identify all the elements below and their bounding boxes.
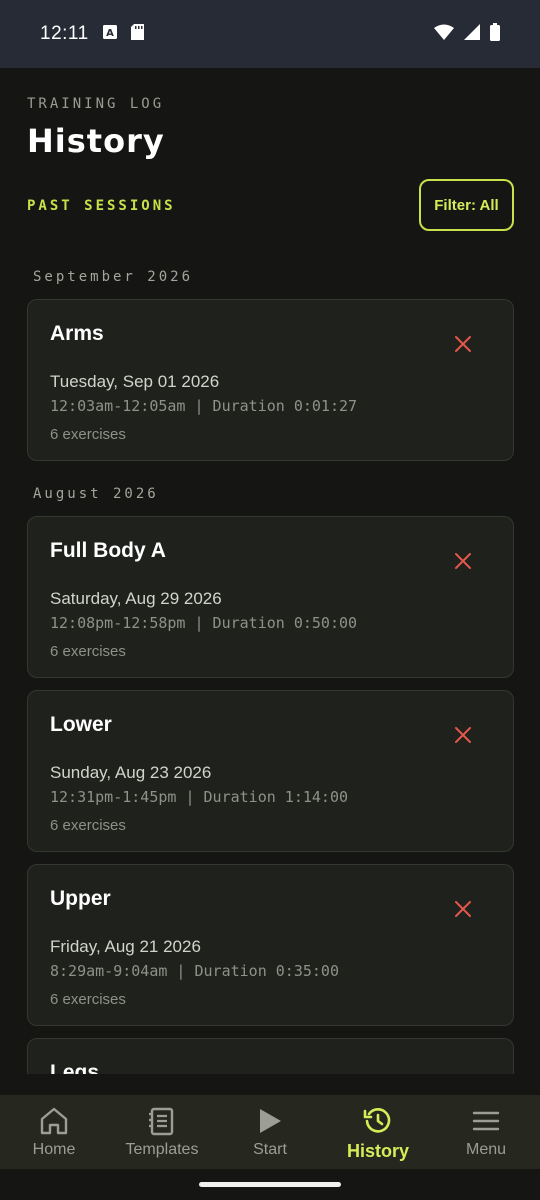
battery-icon [490, 22, 500, 46]
session-times: 12:03am-12:05am | Duration 0:01:27 [50, 397, 358, 415]
history-icon [363, 1108, 391, 1133]
svg-text:A: A [106, 28, 114, 39]
nav-label: Templates [125, 1141, 199, 1158]
nav-label: Start [253, 1141, 287, 1158]
session-card[interactable]: Legs [27, 1038, 514, 1074]
session-times: 12:08pm-12:58pm | Duration 0:50:00 [50, 614, 358, 632]
session-card[interactable]: Arms Tuesday, Sep 01 2026 12:03am-12:05a… [27, 299, 514, 461]
play-icon [260, 1109, 281, 1133]
session-date: Sunday, Aug 23 2026 [50, 763, 212, 782]
signal-icon [464, 23, 480, 45]
session-exercise-count: 6 exercises [50, 643, 126, 660]
session-date: Saturday, Aug 29 2026 [50, 589, 222, 608]
session-card[interactable]: Full Body A Saturday, Aug 29 2026 12:08p… [27, 516, 514, 678]
keyboard-notification-icon: A [102, 24, 117, 44]
section-label: PAST SESSIONS [27, 198, 176, 214]
session-exercise-count: 6 exercises [50, 991, 126, 1008]
nav-start[interactable]: Start [216, 1095, 324, 1169]
delete-session-button[interactable] [451, 549, 475, 573]
session-times: 12:31pm-1:45pm | Duration 1:14:00 [50, 788, 349, 806]
nav-label: Menu [465, 1141, 507, 1158]
delete-session-button[interactable] [451, 332, 475, 356]
nav-home[interactable]: Home [0, 1095, 108, 1169]
session-name: Full Body A [50, 539, 166, 562]
delete-session-button[interactable] [451, 897, 475, 921]
session-date: Tuesday, Sep 01 2026 [50, 372, 220, 391]
nav-templates[interactable]: Templates [108, 1095, 216, 1169]
session-date: Friday, Aug 21 2026 [50, 937, 201, 956]
status-bar: 12:11 A [0, 0, 540, 68]
session-name: Lower [50, 713, 112, 736]
page-title: History [27, 122, 165, 160]
close-icon [455, 336, 471, 352]
menu-icon [472, 1111, 500, 1131]
templates-icon [149, 1107, 174, 1136]
session-card[interactable]: Lower Sunday, Aug 23 2026 12:31pm-1:45pm… [27, 690, 514, 852]
nav-label: History [346, 1141, 409, 1161]
nav-label: Home [32, 1141, 76, 1158]
session-exercise-count: 6 exercises [50, 817, 126, 834]
month-header: August 2026 [33, 486, 159, 502]
month-header: September 2026 [33, 269, 194, 285]
status-time: 12:11 [40, 23, 89, 44]
gesture-bar [0, 1169, 540, 1200]
sd-card-icon [130, 23, 144, 45]
session-name: Arms [50, 322, 104, 345]
bottom-navigation: Home Templates Start History Menu [0, 1095, 540, 1169]
close-icon [455, 553, 471, 569]
session-exercise-count: 6 exercises [50, 426, 126, 443]
close-icon [455, 901, 471, 917]
wifi-icon [434, 24, 454, 45]
filter-button[interactable]: Filter: All [419, 179, 514, 231]
session-card[interactable]: Upper Friday, Aug 21 2026 8:29am-9:04am … [27, 864, 514, 1026]
history-screen[interactable]: TRAINING LOG History PAST SESSIONS Filte… [0, 68, 540, 1074]
session-times: 8:29am-9:04am | Duration 0:35:00 [50, 962, 339, 980]
nav-menu[interactable]: Menu [432, 1095, 540, 1169]
nav-history[interactable]: History [324, 1095, 432, 1169]
home-gesture-handle[interactable] [199, 1182, 341, 1187]
session-name: Upper [50, 887, 111, 910]
home-icon [40, 1107, 68, 1135]
delete-session-button[interactable] [451, 723, 475, 747]
session-name: Legs [50, 1061, 100, 1074]
close-icon [455, 727, 471, 743]
overline: TRAINING LOG [27, 96, 165, 112]
